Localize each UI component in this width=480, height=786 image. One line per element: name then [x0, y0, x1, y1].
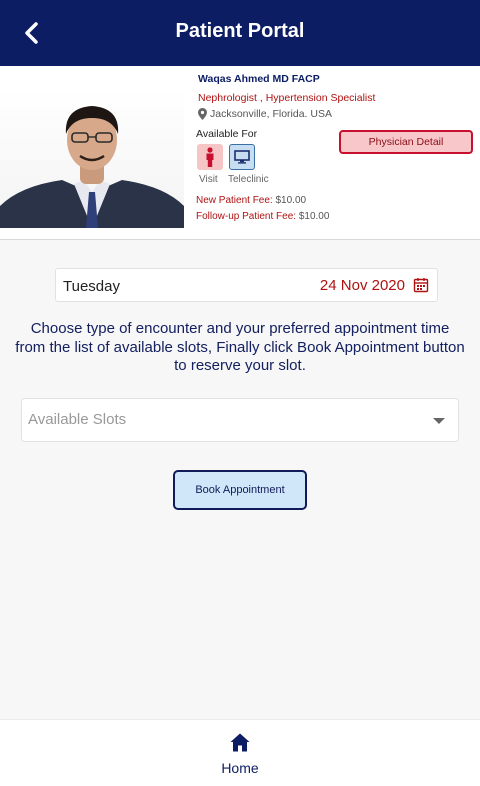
person-icon	[206, 147, 214, 167]
booking-instructions: Choose type of encounter and your prefer…	[15, 320, 465, 374]
home-icon[interactable]	[230, 733, 250, 752]
physician-specialty: Nephrologist , Hypertension Specialist	[198, 92, 376, 104]
available-slots-dropdown[interactable]: Available Slots	[21, 398, 459, 442]
available-for-label: Available For	[196, 128, 258, 140]
book-appointment-button[interactable]: Book Appointment	[173, 470, 307, 510]
visit-service[interactable]	[197, 144, 223, 170]
physician-card: Waqas Ahmed MD FACP Nephrologist , Hyper…	[0, 66, 480, 240]
selected-day: Tuesday	[63, 278, 120, 295]
new-patient-fee: New Patient Fee: $10.00	[196, 195, 306, 206]
bottom-navigation: Home	[0, 719, 480, 786]
physician-detail-button[interactable]: Physician Detail	[339, 130, 473, 154]
selected-date: 24 Nov 2020	[319, 277, 405, 294]
page-title: Patient Portal	[175, 20, 305, 42]
calendar-icon[interactable]	[413, 277, 429, 293]
location-pin-icon	[198, 108, 207, 120]
app-header: Patient Portal	[0, 0, 480, 66]
slots-placeholder: Available Slots	[28, 411, 127, 428]
teleclinic-service[interactable]	[229, 144, 255, 170]
monitor-icon	[234, 150, 250, 164]
followup-fee-label: Follow-up Patient Fee:	[196, 211, 297, 222]
new-fee-label: New Patient Fee:	[196, 195, 273, 206]
new-fee-value: $10.00	[275, 195, 307, 206]
physician-photo	[0, 88, 184, 228]
date-selector[interactable]: Tuesday 24 Nov 2020	[55, 268, 438, 302]
visit-label: Visit	[199, 174, 218, 185]
followup-patient-fee: Follow-up Patient Fee: $10.00	[196, 211, 329, 222]
teleclinic-label: Teleclinic	[228, 174, 269, 185]
home-tab-label[interactable]: Home	[0, 760, 480, 776]
location-text: Jacksonville, Florida. USA	[210, 108, 332, 120]
physician-location: Jacksonville, Florida. USA	[198, 108, 332, 120]
followup-fee-value: $10.00	[298, 211, 330, 222]
physician-name: Waqas Ahmed MD FACP	[198, 73, 320, 85]
dropdown-caret-icon	[433, 418, 445, 424]
